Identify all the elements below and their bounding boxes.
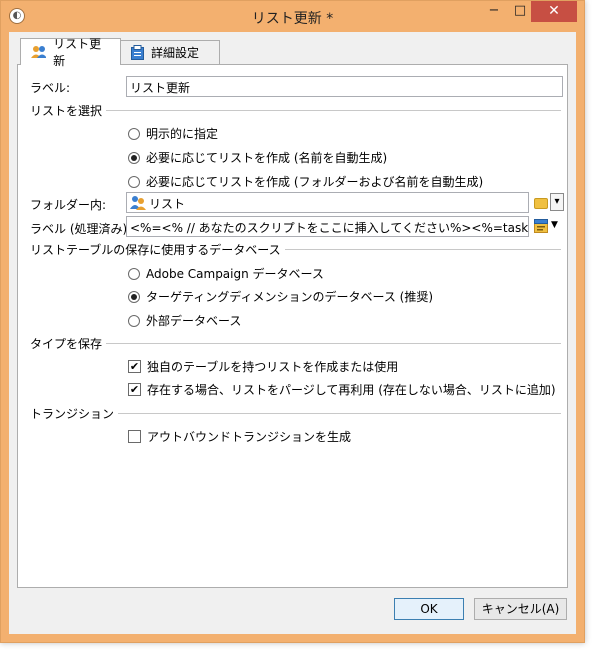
section-save-type: タイプを保存 [30,335,561,352]
tab-label: リスト更新 [53,37,102,68]
radio-button[interactable] [128,314,140,327]
divider [30,110,561,111]
folder-input[interactable]: リスト [126,192,529,213]
users-icon [130,196,146,210]
checkbox-outbound-transition[interactable]: アウトバウンドトランジションを生成 [128,428,351,445]
radio-label: Adobe Campaign データベース [146,267,324,281]
processed-label-label: ラベル (処理済み): [30,222,132,236]
chevron-down-icon[interactable]: ▼ [551,220,558,230]
folder-value: リスト [149,197,186,211]
radio-explicit[interactable]: 明示的に指定 [128,125,218,142]
label-input[interactable]: リスト更新 [126,76,563,97]
section-storage: リストテーブルの保存に使用するデータベース [30,241,561,258]
processed-label-input[interactable]: <%=<% // あなたのスクリプトをここに挿入してください%><%=task.… [126,216,529,237]
radio-create-auto-name[interactable]: 必要に応じてリストを作成 (名前を自動生成) [128,149,387,166]
section-heading: トランジション [30,405,119,422]
radio-button[interactable] [128,290,140,303]
radio-label: 必要に応じてリストを作成 (フォルダーおよび名前を自動生成) [146,175,484,189]
title-bar[interactable]: ◐ リスト更新 * − □ ✕ [1,1,584,32]
cancel-button[interactable]: キャンセル(A) [474,598,567,620]
section-transition: トランジション [30,405,561,422]
ok-button[interactable]: OK [394,598,464,620]
radio-button[interactable] [128,127,140,140]
checkbox-purge-reuse[interactable]: ✔ 存在する場合、リストをパージして再利用 (存在しない場合、リストに追加) [128,381,556,398]
dialog-client: リスト更新 詳細設定 ラベル: リスト更新 リストを選択 明示的に指定 必要に応… [9,32,576,634]
folder-label: フォルダー内: [30,198,107,212]
close-button[interactable]: ✕ [531,1,577,22]
checkbox-own-table[interactable]: ✔ 独自のテーブルを持つリストを作成または使用 [128,358,398,375]
clipboard-icon [131,45,144,60]
checkbox-label: 独自のテーブルを持つリストを作成または使用 [147,360,399,374]
users-icon [31,46,47,58]
radio-label: ターゲティングディメンションのデータベース (推奨) [146,290,434,304]
tab-advanced-settings[interactable]: 詳細設定 [120,40,220,64]
maximize-button[interactable]: □ [507,1,533,22]
radio-label: 外部データベース [146,314,242,328]
checkbox[interactable]: ✔ [128,360,141,373]
radio-button[interactable] [128,151,140,164]
expression-editor-icon[interactable] [534,219,548,233]
divider [30,343,561,344]
radio-button[interactable] [128,267,140,280]
radio-external-db[interactable]: 外部データベース [128,312,241,329]
checkbox[interactable] [128,430,141,443]
radio-targeting-dimension-db[interactable]: ターゲティングディメンションのデータベース (推奨) [128,288,433,305]
section-heading: リストを選択 [30,102,107,119]
minimize-button[interactable]: − [481,1,507,22]
radio-button[interactable] [128,175,140,188]
checkbox-label: 存在する場合、リストをパージして再利用 (存在しない場合、リストに追加) [147,383,556,397]
chevron-down-icon[interactable]: ▾ [550,193,564,211]
tab-list-update[interactable]: リスト更新 [20,37,121,68]
radio-adobe-campaign-db[interactable]: Adobe Campaign データベース [128,265,324,282]
section-select-list: リストを選択 [30,102,561,119]
section-heading: タイプを保存 [30,335,107,352]
radio-label: 明示的に指定 [146,127,219,141]
folder-icon[interactable] [534,198,548,209]
tab-label: 詳細設定 [151,46,200,60]
dialog-window: ◐ リスト更新 * − □ ✕ リスト更新 詳細設定 ラベル: リスト更新 リス… [0,0,585,643]
label-field-label: ラベル: [30,81,71,95]
tab-panel: ラベル: リスト更新 リストを選択 明示的に指定 必要に応じてリストを作成 (名… [17,64,568,588]
checkbox[interactable]: ✔ [128,383,141,396]
radio-label: 必要に応じてリストを作成 (名前を自動生成) [146,151,388,165]
checkbox-label: アウトバウンドトランジションを生成 [147,430,352,444]
section-heading: リストテーブルの保存に使用するデータベース [30,241,285,258]
radio-create-auto-folder[interactable]: 必要に応じてリストを作成 (フォルダーおよび名前を自動生成) [128,173,483,190]
